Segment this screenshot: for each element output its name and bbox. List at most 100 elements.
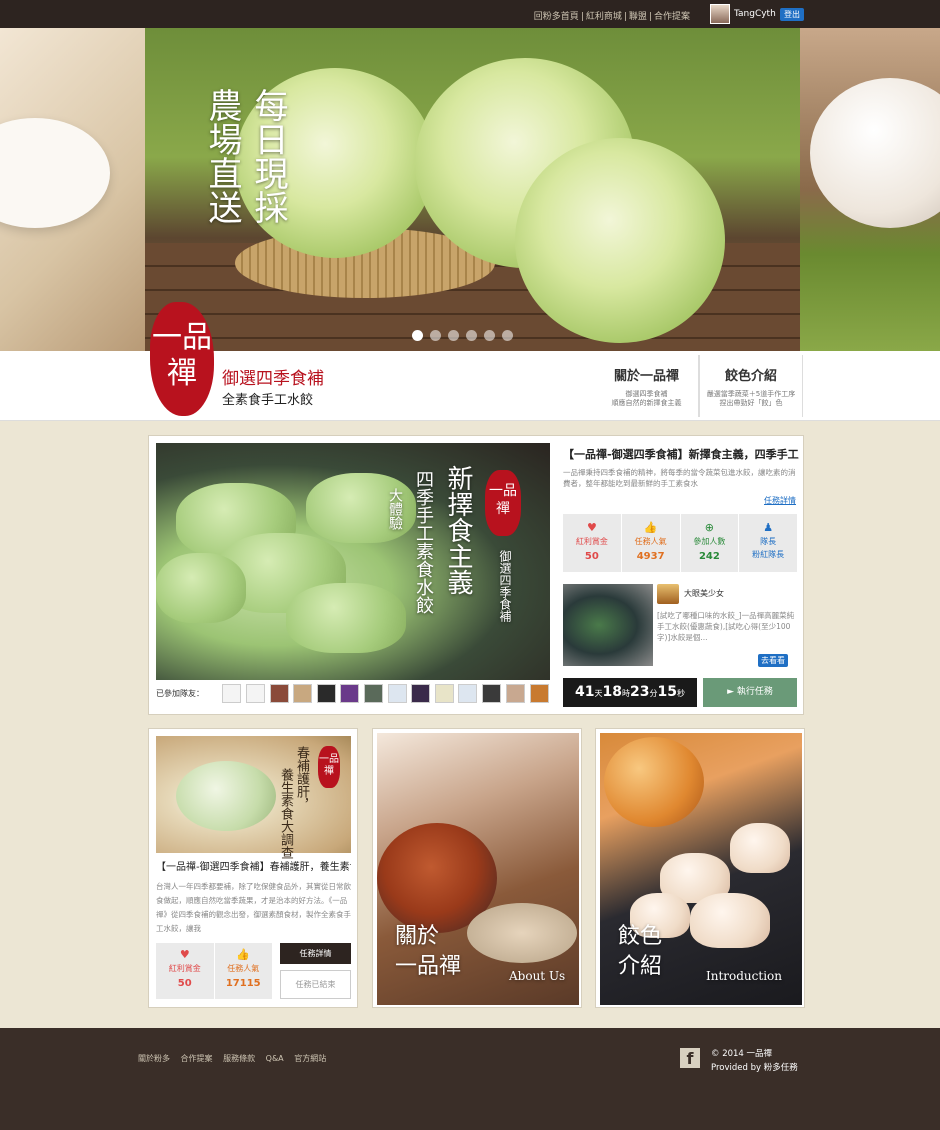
member-avatar[interactable]	[530, 684, 549, 703]
small-mission-title[interactable]: 【一品禪-御選四季食補】春補護肝，養生素食大調查	[156, 858, 351, 873]
nav-about-title: 關於一品禪	[613, 369, 679, 384]
about-title-2: 一品禪	[395, 954, 462, 979]
stat-captain[interactable]: ♟ 隊長 粉紅隊長	[739, 514, 797, 572]
member-avatar[interactable]	[340, 684, 359, 703]
nav-intro-sub2: 捏出帶勁好「餃」色	[719, 399, 783, 407]
small-image-text-1: 春補護肝，	[294, 746, 309, 811]
small-mission-stats: ♥ 紅利賞金 50 👍 任務人氣 17115	[156, 943, 272, 999]
stat-bonus-label: 紅利賞金	[168, 964, 201, 973]
member-avatar[interactable]	[506, 684, 525, 703]
footer	[0, 1028, 940, 1130]
member-avatar[interactable]	[293, 684, 312, 703]
user-name[interactable]: TangCyth	[734, 9, 776, 19]
member-avatar[interactable]	[411, 684, 430, 703]
nav-intro-sub1: 嚴選當季蔬菜＋5道手作工序	[706, 390, 796, 398]
user-avatar[interactable]	[710, 4, 730, 24]
top-links: 回粉多首頁 | 紅利商城 | 聯盟 | 合作提案	[533, 12, 690, 22]
mission-detail-button[interactable]: 任務詳情	[280, 943, 351, 964]
intro-card[interactable]: 餃色 介紹 Introduction	[595, 728, 805, 1008]
stat-bonus: ♥ 紅利賞金 50	[156, 943, 215, 999]
brand-seal-logo[interactable]: 一品禪	[150, 302, 214, 416]
post-thumbnail[interactable]	[563, 584, 653, 666]
captain-icon: ♟	[763, 521, 774, 534]
top-link-home[interactable]: 回粉多首頁	[534, 12, 579, 22]
member-avatar[interactable]	[246, 684, 265, 703]
mission-detail-link[interactable]: 任務詳情	[764, 495, 796, 506]
mission-title[interactable]: 【一品禪-御選四季食補】新擇食主義，四季手工素食水餃大體驗	[563, 446, 799, 462]
provided-by-line: Provided by 粉多任務	[711, 1063, 798, 1073]
member-avatar[interactable]	[317, 684, 336, 703]
brand-name: 御選四季食補	[222, 369, 324, 389]
post-author-avatar	[657, 584, 679, 604]
stat-popularity-value: 17115	[225, 978, 261, 989]
small-image-text-2: 養生素食大調查	[278, 768, 293, 859]
intro-title-2: 介紹	[618, 954, 663, 979]
post-author[interactable]: 大眼美少女	[684, 588, 724, 599]
thumbs-up-icon: 👍	[643, 521, 658, 534]
nav-about[interactable]: 關於一品禪 御選四季食補 順應自然的新擇食主義	[595, 355, 699, 417]
slider-dot-3[interactable]	[448, 330, 459, 341]
slider-dot-5[interactable]	[484, 330, 495, 341]
mission-stats: ♥ 紅利賞金 50 👍 任務人氣 4937 ⊕ 參加人數 242 ♟ 隊長 粉紅…	[563, 514, 797, 572]
slider-dot-1[interactable]	[412, 330, 423, 341]
mission-ended-button[interactable]: 任務已結束	[280, 970, 351, 999]
nav-about-sub1: 御選四季食補	[625, 390, 668, 398]
brand-subtitle: 全素食手工水餃	[222, 393, 314, 408]
stat-popularity-value: 4937	[636, 551, 665, 562]
footer-link-proposal[interactable]: 合作提案	[181, 1054, 213, 1063]
footer-link-qa[interactable]: Q&A	[266, 1054, 284, 1063]
stat-popularity-label: 任務人氣	[634, 537, 667, 546]
hero-title-line2: 農場直送	[202, 88, 242, 224]
stat-participants-value: 242	[698, 551, 720, 562]
post-text: [試吃了哪種口味的水餃_]一品禪高麗菜純手工水餃(優惠蔬食),[試吃心得(至少1…	[657, 611, 795, 642]
heart-icon: ♥	[586, 521, 597, 534]
execute-mission-button[interactable]: ► 執行任務	[703, 678, 797, 707]
member-avatar[interactable]	[435, 684, 454, 703]
nav-intro-title: 餃色介紹	[724, 369, 777, 384]
main-image-text-big: 新擇食主義	[443, 465, 473, 595]
nav-about-sub2: 順應自然的新擇食主義	[611, 399, 682, 407]
slider-dot-4[interactable]	[466, 330, 477, 341]
main-image-text-side: 御選四季食補	[498, 550, 512, 622]
footer-link-official[interactable]: 官方網站	[294, 1054, 326, 1063]
stat-bonus-value: 50	[177, 978, 192, 989]
countdown-timer: 41天18時23分15秒	[563, 678, 697, 707]
footer-link-terms[interactable]: 服務條款	[223, 1054, 255, 1063]
member-avatar[interactable]	[388, 684, 407, 703]
facebook-icon[interactable]: f	[680, 1048, 700, 1068]
stat-captain-label: 隊長	[760, 537, 777, 546]
member-avatar[interactable]	[364, 684, 383, 703]
member-avatar[interactable]	[482, 684, 501, 703]
top-link-proposal[interactable]: 合作提案	[654, 12, 690, 22]
mission-description: 一品禪秉持四季食補的精神，將每季的當令蔬菜包進水餃，讓吃素的消費者，整年都能吃到…	[563, 468, 796, 488]
member-avatar[interactable]	[222, 684, 241, 703]
stat-participants-label: 參加人數	[693, 537, 726, 546]
small-image-seal: 一品禪	[318, 746, 340, 788]
hero-left-image	[0, 28, 145, 351]
footer-link-about[interactable]: 關於粉多	[138, 1054, 170, 1063]
heart-icon: ♥	[179, 948, 190, 961]
stat-popularity: 👍 任務人氣 17115	[215, 943, 273, 999]
top-link-alliance[interactable]: 聯盟	[629, 12, 647, 22]
nav-intro[interactable]: 餃色介紹 嚴選當季蔬菜＋5道手作工序 捏出帶勁好「餃」色	[699, 355, 803, 417]
logout-button[interactable]: 登出	[780, 8, 804, 21]
slider-dots	[412, 330, 513, 341]
hero-banner[interactable]: 每日現採 農場直送	[145, 28, 800, 351]
copyright-line: © 2014 一品禪	[711, 1049, 773, 1059]
slider-dot-6[interactable]	[502, 330, 513, 341]
stat-bonus-value: 50	[584, 551, 599, 562]
intro-title-1: 餃色	[618, 924, 663, 949]
go-see-button[interactable]: 去看看	[758, 654, 788, 667]
main-image-text-small: 大體驗	[387, 488, 403, 530]
small-mission-description: 台灣人一年四季都要補，除了吃保健食品外，其實從日常飲食做起，順應自然吃當季蔬果，…	[156, 882, 351, 933]
main-image-seal: 一品禪	[485, 470, 521, 536]
top-link-mall[interactable]: 紅利商城	[586, 12, 622, 22]
copyright: © 2014 一品禪 Provided by 粉多任務	[711, 1047, 798, 1075]
footer-links: 關於粉多 合作提案 服務條款 Q&A 官方網站	[138, 1053, 334, 1064]
member-avatar[interactable]	[458, 684, 477, 703]
slider-dot-2[interactable]	[430, 330, 441, 341]
hero-right-image	[800, 28, 940, 351]
stat-popularity: 👍 任務人氣 4937	[622, 514, 681, 572]
member-avatar[interactable]	[270, 684, 289, 703]
about-card[interactable]: 關於 一品禪 About Us	[372, 728, 582, 1008]
